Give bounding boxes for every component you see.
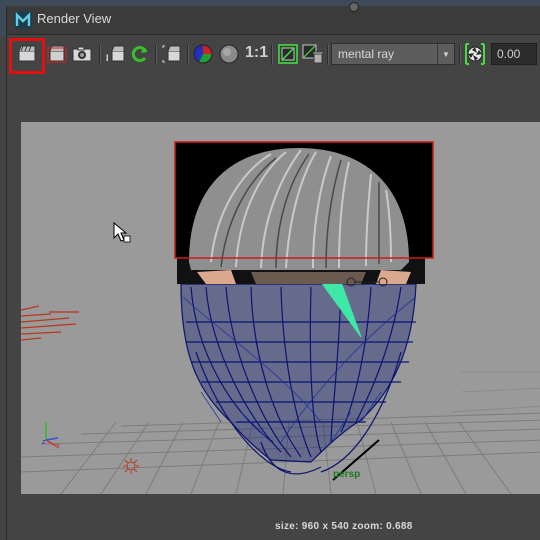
render-region-image [174,141,434,287]
render-region-icon [47,45,67,63]
ipr-region-button[interactable] [161,43,183,65]
render-viewport-area: z x persp size: 960 x 540 zoom: 0.688 [7,74,540,540]
render-toolbar: I 1:1 mental ray ▼ 0.00 [7,35,540,74]
exposure-icon [464,42,486,66]
render-region-button[interactable] [46,43,68,65]
remove-image-icon [302,44,324,64]
ipr-render-button[interactable]: I [105,43,127,65]
ipr-region-icon [162,45,182,63]
window-title: Render View [37,11,112,26]
title-bar[interactable]: Render View [7,2,540,35]
chevron-down-icon: ▼ [437,44,454,64]
display-rgb-button[interactable] [192,43,214,65]
one-to-one-button[interactable]: 1:1 [245,44,268,62]
display-alpha-button[interactable] [218,43,240,65]
image-size-status: size: 960 x 540 zoom: 0.688 [275,521,413,532]
display-alpha-icon [219,44,239,64]
display-rgb-icon [193,44,213,64]
exposure-button[interactable] [464,43,486,65]
refresh-ipr-icon [130,44,150,64]
render-viewport[interactable]: z x persp [21,122,540,494]
redo-previous-render-button[interactable] [16,43,38,65]
camera-label: persp [333,469,361,480]
refresh-ipr-button[interactable] [129,43,151,65]
ipr-render-icon: I [106,45,126,63]
maya-logo-icon [13,10,33,30]
keep-image-icon [278,44,298,64]
svg-text:I: I [106,53,109,63]
snapshot-icon [72,45,92,63]
light-guides [21,305,79,341]
renderer-dropdown[interactable]: mental ray ▼ [331,43,455,65]
render-view-window: Render View I 1:1 mental ray ▼ 0.00 z x … [6,2,540,540]
exposure-field[interactable]: 0.00 [491,43,537,65]
remove-image-button[interactable] [302,43,324,65]
axis-indicator: z x [42,422,60,450]
keep-image-button[interactable] [277,43,299,65]
point-light-icon [123,458,139,474]
svg-text:z: z [42,439,46,446]
resize-handle[interactable] [349,2,359,12]
redo-previous-render-icon [17,45,37,63]
renderer-value: mental ray [338,47,395,61]
svg-text:x: x [56,443,60,450]
snapshot-button[interactable] [71,43,93,65]
